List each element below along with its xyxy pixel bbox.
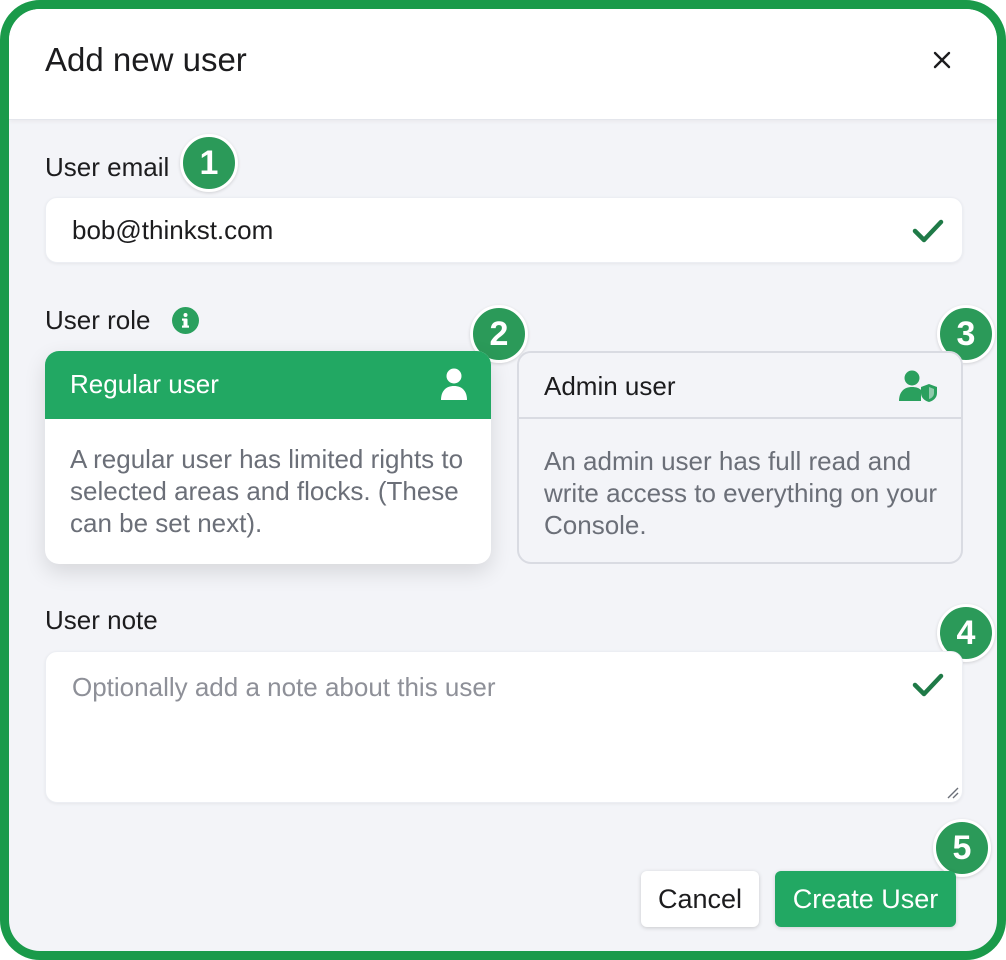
close-button[interactable] [927,45,957,75]
role-option-regular-header: Regular user [45,351,491,419]
resize-handle-icon[interactable] [944,784,960,800]
email-label: User email [45,152,170,182]
cancel-button[interactable]: Cancel [641,871,759,927]
role-option-title: Admin user [544,371,676,401]
info-glyph [182,313,189,328]
dialog-header: Add new user [9,9,997,120]
dialog: Add new user User email 1 bob@thinkst.co… [0,0,1006,960]
role-option-description: An admin user has full read and write ac… [544,446,938,540]
check-icon [912,219,944,243]
role-option-title: Regular user [70,369,219,399]
step-marker-5: 5 [933,819,991,877]
email-field[interactable]: bob@thinkst.com [45,197,963,263]
check-icon [912,673,944,697]
email-value: bob@thinkst.com [72,215,274,245]
note-placeholder: Optionally add a note about this user [72,672,496,702]
user-icon [441,368,467,400]
role-option-description: A regular user has limited rights to sel… [70,444,464,538]
close-icon [933,51,951,69]
role-option-admin-header: Admin user [519,353,961,419]
note-textarea[interactable]: Optionally add a note about this user [45,651,963,803]
create-user-button[interactable]: Create User [775,871,956,927]
step-marker-1: 1 [180,134,238,192]
info-icon[interactable] [172,307,199,334]
role-label: User role [45,305,151,335]
dialog-title: Add new user [45,41,247,78]
note-label: User note [45,605,158,635]
admin-user-icon [899,370,937,402]
role-option-admin[interactable]: Admin user An admin user has full read a… [517,351,963,564]
role-option-regular[interactable]: Regular user A regular user has limited … [45,351,491,564]
